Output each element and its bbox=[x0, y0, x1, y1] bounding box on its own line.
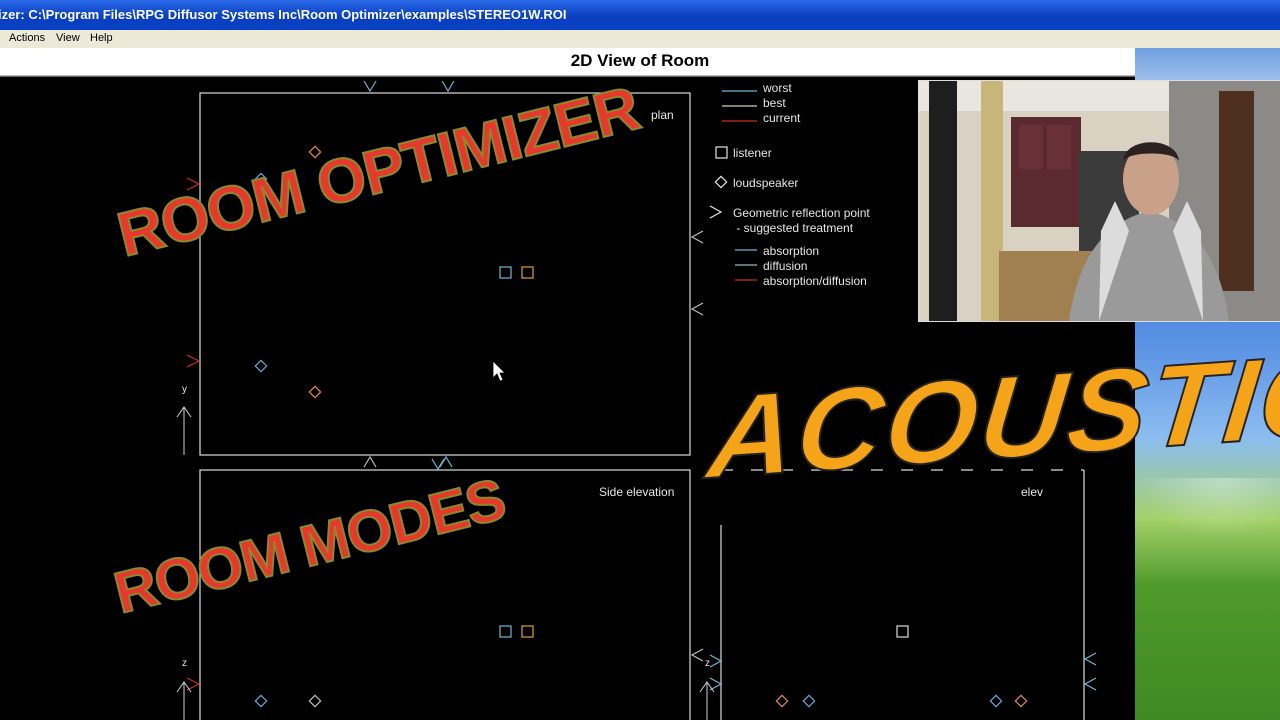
legend-absorption-label: absorption bbox=[763, 244, 820, 258]
side-axis-label: z bbox=[182, 658, 187, 669]
mouse-cursor-icon bbox=[492, 360, 506, 382]
plan-axis-label: y bbox=[182, 384, 187, 395]
reflection-marker-diffusion-icon bbox=[690, 302, 704, 316]
menu-actions[interactable]: Actions bbox=[9, 32, 45, 44]
legend-current-label: current bbox=[763, 111, 801, 125]
legend-absorption-diffusion-label: absorption/diffusion bbox=[763, 274, 867, 288]
loudspeaker-icon[interactable] bbox=[254, 694, 268, 708]
legend-loudspeaker-icon bbox=[714, 175, 728, 189]
listener-icon[interactable] bbox=[499, 625, 512, 638]
reflection-marker-combined-icon bbox=[186, 354, 201, 368]
legend-loudspeaker-label: loudspeaker bbox=[733, 176, 799, 190]
listener-icon[interactable] bbox=[896, 625, 909, 638]
reflection-marker-absorption-icon bbox=[1083, 677, 1097, 691]
legend-treatment-label: - suggested treatment bbox=[733, 221, 854, 235]
window-title: izer: C:\Program Files\RPG Diffusor Syst… bbox=[0, 7, 567, 22]
panel-title: 2D View of Room bbox=[570, 51, 710, 70]
plan-view-label: plan bbox=[651, 108, 674, 122]
reflection-marker-absorption-icon bbox=[363, 80, 377, 93]
loudspeaker-icon[interactable] bbox=[989, 694, 1003, 708]
menu-view[interactable]: View bbox=[56, 32, 80, 44]
loudspeaker-icon[interactable] bbox=[775, 694, 789, 708]
menu-help[interactable]: Help bbox=[90, 32, 113, 44]
panel-header: 2D View of Room bbox=[0, 48, 1135, 76]
listener-icon[interactable] bbox=[499, 266, 512, 279]
listener-icon[interactable] bbox=[521, 625, 534, 638]
reflection-marker-absorption-icon bbox=[1083, 652, 1097, 666]
legend-best-label: best bbox=[763, 96, 786, 110]
reflection-marker-diffusion-icon bbox=[363, 455, 377, 468]
loudspeaker-icon[interactable] bbox=[254, 359, 268, 373]
window-title-bar: izer: C:\Program Files\RPG Diffusor Syst… bbox=[0, 0, 1280, 30]
legend-reflection-label: Geometric reflection point bbox=[733, 206, 870, 220]
loudspeaker-icon[interactable] bbox=[308, 694, 322, 708]
front-elevation-label: elev bbox=[1021, 485, 1044, 499]
side-elevation-label: Side elevation bbox=[599, 485, 675, 499]
presenter-webcam bbox=[918, 80, 1280, 322]
reflection-marker-absorption-icon bbox=[709, 654, 723, 668]
reflection-marker-absorption-icon bbox=[441, 80, 455, 93]
front-axis-label: z bbox=[705, 658, 710, 669]
loudspeaker-icon[interactable] bbox=[1014, 694, 1028, 708]
loudspeaker-icon[interactable] bbox=[802, 694, 816, 708]
legend-listener-label: listener bbox=[733, 146, 772, 160]
legend-listener-icon bbox=[715, 146, 728, 159]
legend-diffusion-label: diffusion bbox=[763, 259, 808, 273]
reflection-marker-diffusion-icon bbox=[690, 648, 704, 662]
reflection-marker-diffusion-icon bbox=[690, 230, 704, 244]
listener-icon[interactable] bbox=[521, 266, 534, 279]
loudspeaker-icon[interactable] bbox=[308, 385, 322, 399]
legend-reflection-point-icon bbox=[709, 205, 723, 219]
menu-bar: Actions View Help bbox=[0, 30, 1280, 49]
legend-worst-label: worst bbox=[763, 81, 792, 95]
